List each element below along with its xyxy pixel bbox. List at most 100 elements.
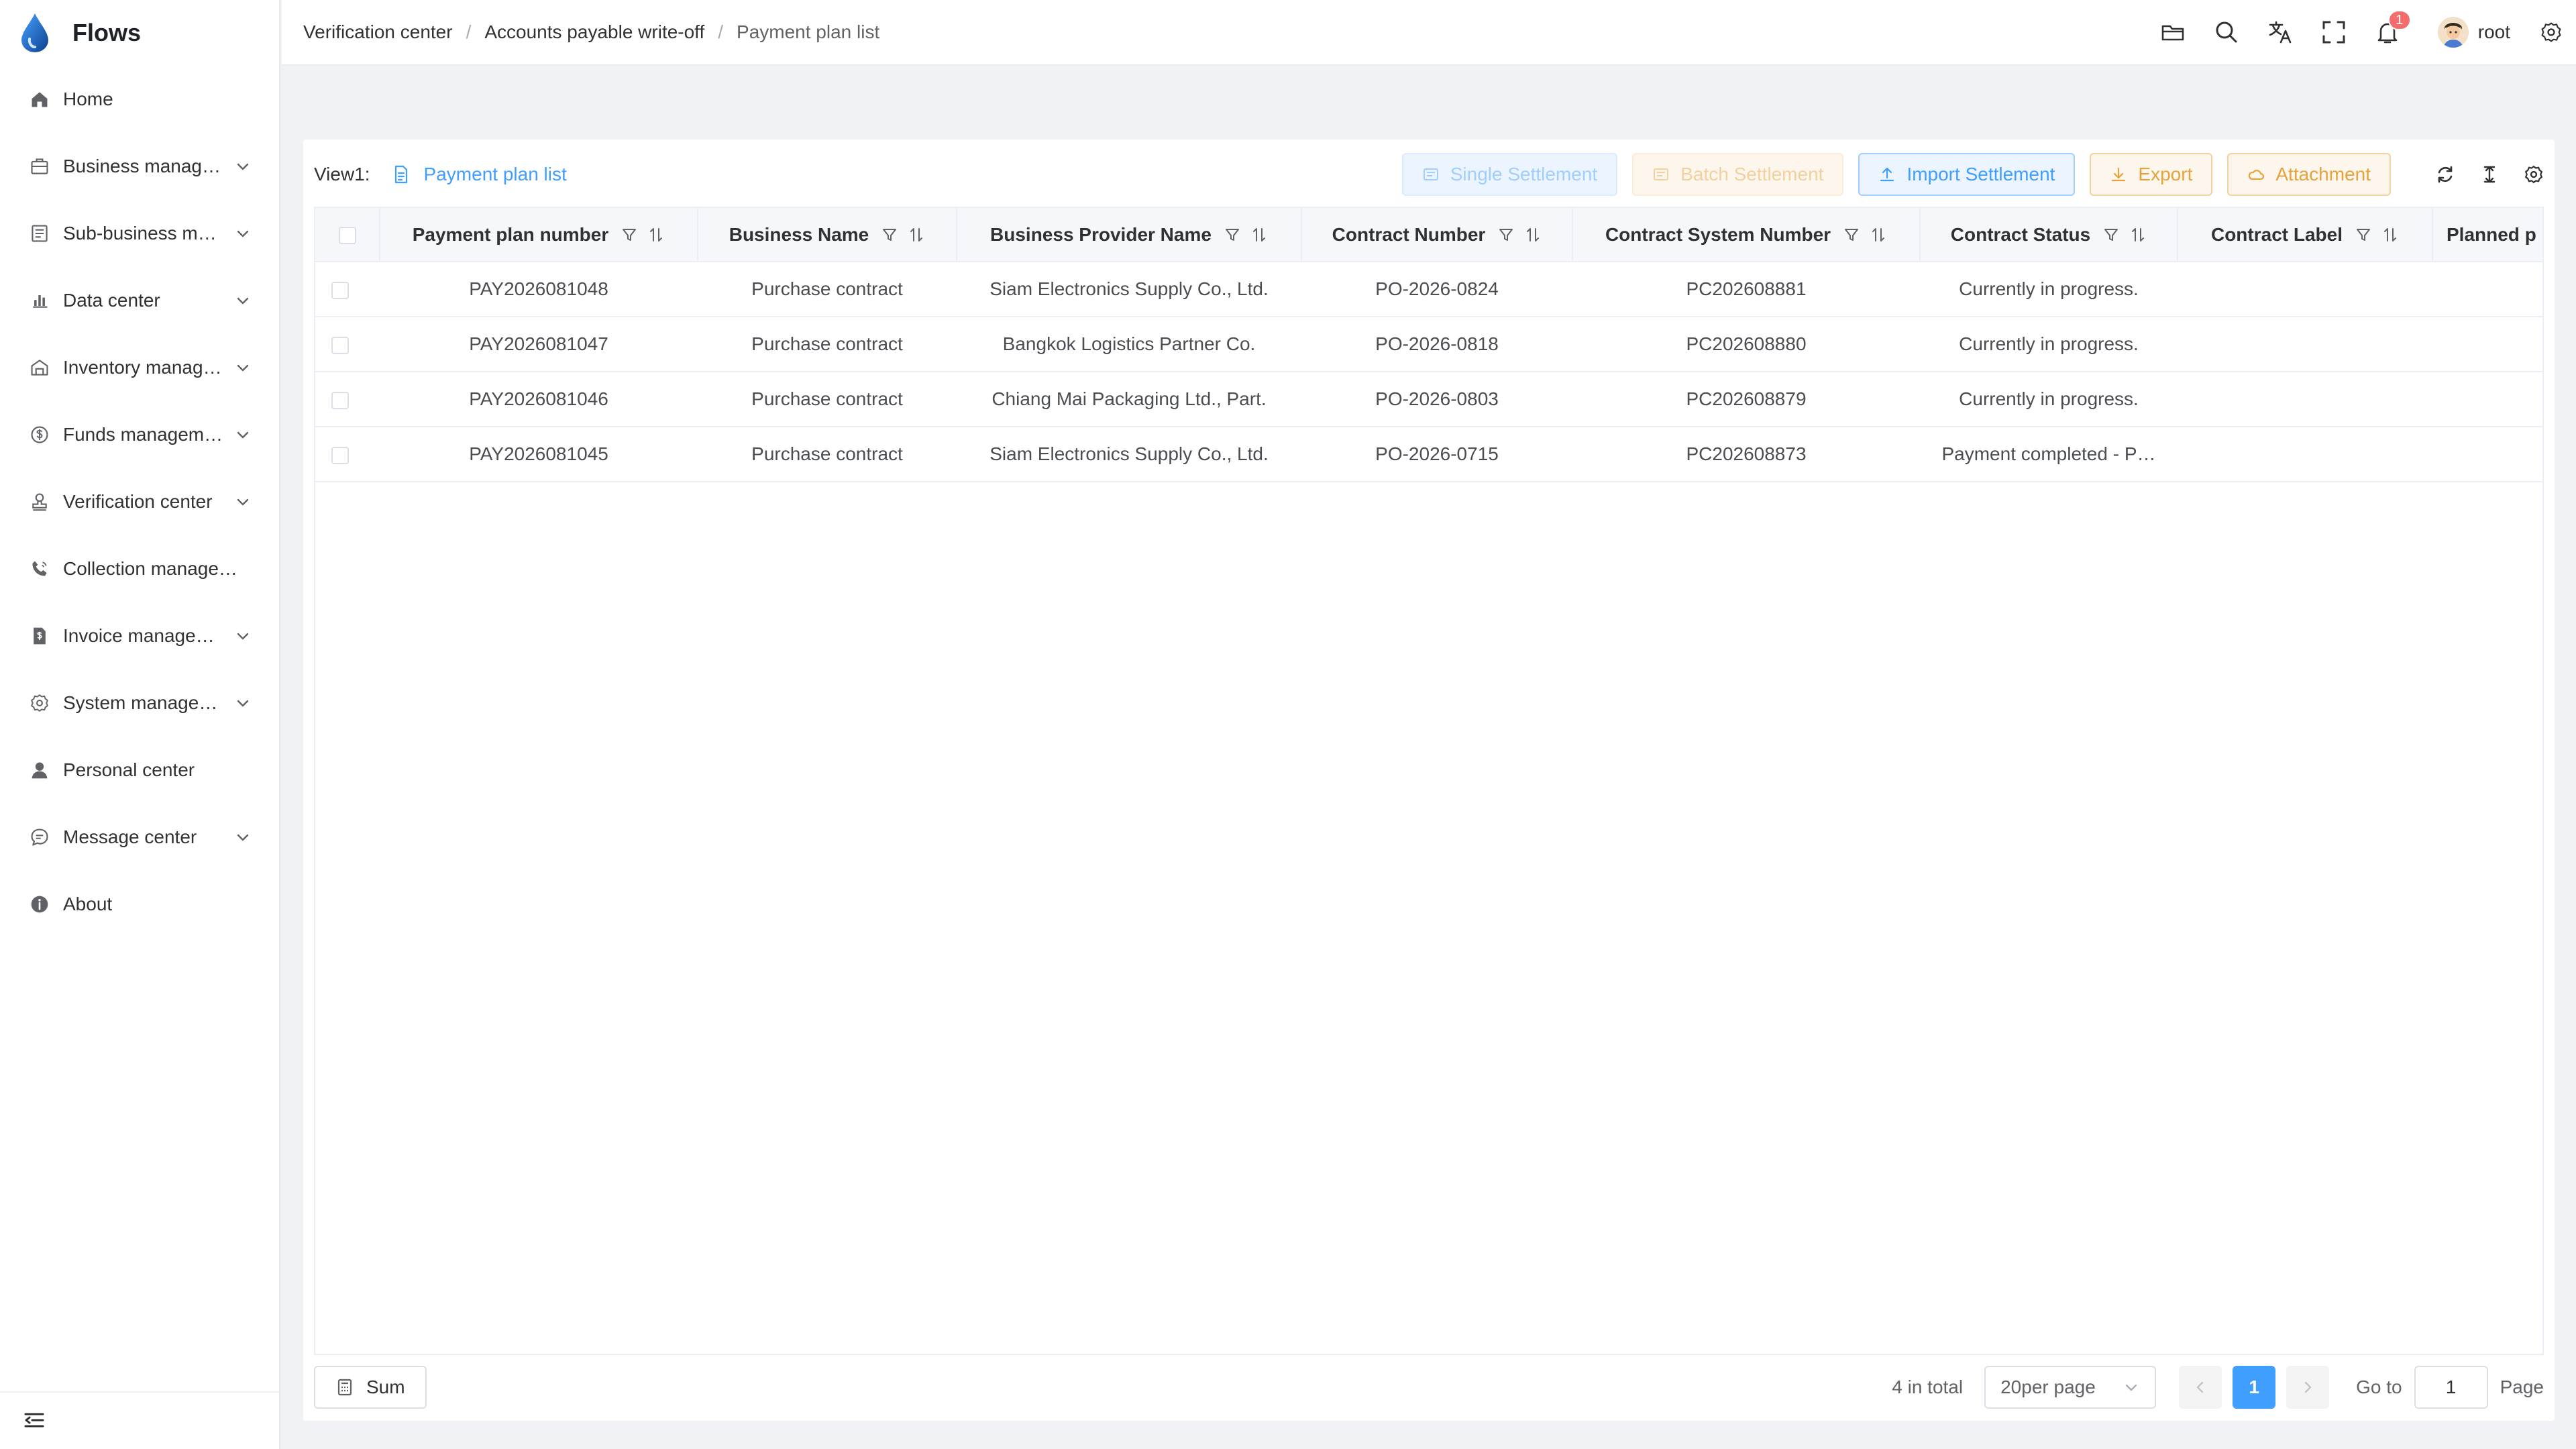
table-cell: Siam Electronics Supply Co., Ltd. [957,427,1301,482]
sort-icon[interactable] [2381,226,2399,244]
sidebar-item-10[interactable]: Personal center [0,737,279,804]
filter-icon[interactable] [621,226,638,244]
breadcrumb-separator: / [718,21,724,42]
sidebar-item-0[interactable]: Home [0,66,279,133]
view-label: View1: [314,164,370,184]
table-row[interactable]: PAY2026081046 Purchase contract Chiang Mai… [315,372,2542,427]
row-select-cell [315,372,380,427]
sidebar-item-7[interactable]: Collection managem… [0,535,279,602]
select-all-checkbox[interactable] [338,227,356,245]
sort-icon[interactable] [908,226,925,244]
column-header: Planned p [2432,208,2542,262]
page-size-value: 20per page [2000,1377,2096,1397]
brand[interactable]: Flows [0,0,279,66]
row-checkbox[interactable] [331,336,349,354]
sidebar-item-label: Collection managem… [63,558,252,579]
filter-icon[interactable] [1224,226,1241,244]
sidebar-item-5[interactable]: Funds managem… [0,401,279,468]
home-icon [28,88,51,111]
prev-page-button[interactable] [2179,1366,2222,1409]
sidebar-divider [0,1391,279,1393]
batch-settlement-button[interactable]: Batch Settlement [1632,153,1844,196]
filter-icon[interactable] [2102,226,2120,244]
breadcrumb-item[interactable]: Verification center [303,21,453,43]
breadcrumb-separator: / [466,21,472,42]
sidebar-item-1[interactable]: Business manag… [0,133,279,200]
breadcrumb-item[interactable]: Accounts payable write-off [484,21,704,43]
row-checkbox[interactable] [331,446,349,464]
stamp-icon [28,490,51,513]
page-number-current[interactable]: 1 [2233,1366,2276,1409]
sort-icon[interactable] [1524,226,1542,244]
table-cell: Chiang Mai Packaging Ltd., Part. [957,372,1301,427]
chevron-down-icon [237,700,249,707]
export-label: Export [2138,164,2193,184]
gear-icon[interactable] [2538,19,2564,45]
import-settlement-button[interactable]: Import Settlement [1858,153,2076,196]
user-icon [28,759,51,782]
page-size-select[interactable]: 20per page [1984,1366,2157,1409]
chevron-down-icon [237,297,249,305]
table-cell [2178,427,2432,482]
row-checkbox[interactable] [331,391,349,409]
folder-icon[interactable] [2160,19,2186,45]
sort-icon[interactable] [1870,226,1887,244]
table-row[interactable]: PAY2026081047 Purchase contract Bangkok Lo… [315,317,2542,372]
settings-icon[interactable] [2524,164,2544,184]
table-cell: PO-2026-0715 [1301,427,1572,482]
table-cell: Purchase contract [698,317,957,372]
chevron-down-icon [237,498,249,506]
table-row[interactable]: PAY2026081045 Purchase contract Siam Elect… [315,427,2542,482]
table-cell: Payment completed - P… [1920,427,2178,482]
refresh-icon[interactable] [2435,164,2455,184]
sidebar-item-8[interactable]: Invoice manage… [0,602,279,669]
filter-icon[interactable] [1497,226,1515,244]
table-body: PAY2026081048 Purchase contract Siam Elect… [315,262,2542,482]
filter-icon[interactable] [2355,226,2372,244]
translate-icon[interactable] [2267,19,2293,45]
sidebar-item-9[interactable]: System manage… [0,669,279,737]
column-height-icon[interactable] [2479,164,2500,184]
next-page-button[interactable] [2286,1366,2330,1409]
table-cell: PC202608880 [1572,317,1920,372]
batch-settlement-label: Batch Settlement [1680,164,1824,184]
sidebar-item-11[interactable]: Message center [0,804,279,871]
sum-button[interactable]: Sum [314,1366,427,1409]
filter-icon[interactable] [1843,226,1860,244]
sort-icon[interactable] [1250,226,1268,244]
sidebar-item-4[interactable]: Inventory manag… [0,334,279,401]
invoice-icon [28,625,51,647]
user-menu[interactable]: root [2437,17,2510,48]
search-icon[interactable] [2214,19,2239,45]
table-row[interactable]: PAY2026081048 Purchase contract Siam Elect… [315,262,2542,317]
attachment-button[interactable]: Attachment [2227,153,2391,196]
export-button[interactable]: Export [2090,153,2213,196]
table-cell [2432,372,2542,427]
fullscreen-icon[interactable] [2321,19,2347,45]
info-icon [28,893,51,916]
column-header: Contract System Number [1572,208,1921,262]
drop-logo-icon [21,13,48,52]
single-settlement-button[interactable]: Single Settlement [1401,153,1618,196]
table-cell: PC202608873 [1572,427,1920,482]
column-header: Payment plan number [380,208,698,262]
app-name: Flows [72,19,142,46]
bell-icon[interactable]: 1 [2375,10,2411,45]
sidebar-item-6[interactable]: Verification center [0,468,279,535]
chevron-left-icon [2196,1381,2204,1393]
goto-page-input[interactable]: 1 [2414,1366,2488,1409]
sidebar-item-12[interactable]: About [0,871,279,938]
bar-chart-icon [28,289,51,312]
phone-icon [28,557,51,580]
row-checkbox[interactable] [331,281,349,299]
table-cell: Purchase contract [698,427,957,482]
table-cell: PO-2026-0818 [1301,317,1572,372]
sidebar-item-2[interactable]: Sub-business m… [0,200,279,267]
view-tab[interactable]: Payment plan list [392,164,567,185]
filter-icon[interactable] [881,226,898,244]
table-cell: PC202608879 [1572,372,1920,427]
collapse-menu-icon[interactable] [23,1409,46,1432]
sidebar-item-3[interactable]: Data center [0,267,279,334]
sort-icon[interactable] [2129,226,2147,244]
sort-icon[interactable] [647,226,665,244]
